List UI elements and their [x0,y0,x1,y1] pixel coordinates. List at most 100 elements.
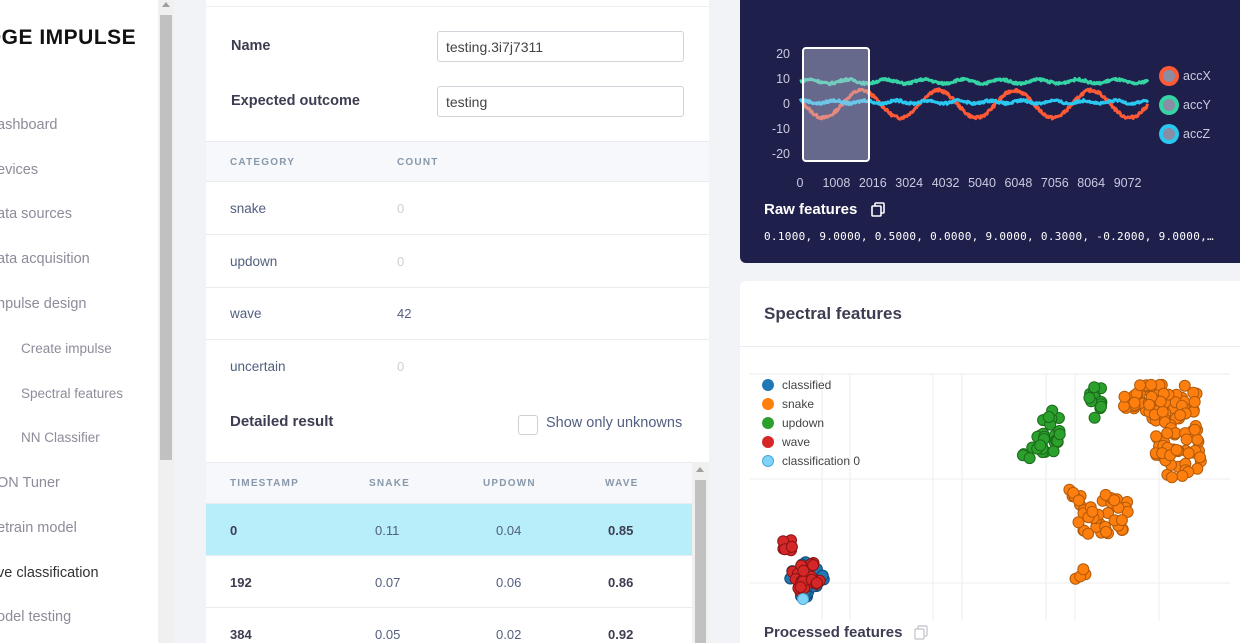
timestamp-cell: 192 [230,575,252,590]
scatter-point-snake [1150,430,1163,443]
table-scrollbar[interactable] [692,462,709,643]
scatter-point-snake [1170,444,1183,456]
copy-icon[interactable] [914,625,928,640]
show-only-unknowns-checkbox[interactable] [518,415,538,435]
scatter-point-snake [1188,395,1201,408]
scatter-point-snake [1108,494,1121,507]
legend-marker [762,398,774,410]
spectral-features-card: Spectral features classified snake updow… [740,281,1240,643]
scatter-point-updown [1095,400,1107,413]
sidebar-item-dashboard[interactable]: ashboard [0,117,57,133]
sidebar-item-data-acquisition[interactable]: ata acquisition [0,251,90,267]
scatter-point-updown [1083,391,1096,404]
scatter-point-updown [1047,445,1060,458]
show-only-unknowns-label[interactable]: Show only unknowns [546,415,682,431]
expected-outcome-field[interactable] [437,86,684,117]
sidebar: DGE IMPULSE ashboard evices ata sources … [0,0,158,643]
sidebar-item-model-testing[interactable]: odel testing [0,609,71,625]
legend-item-snake[interactable]: snake [762,397,814,411]
updown-cell: 0.04 [496,523,522,538]
timestamp-cell: 384 [230,627,252,642]
y-tick-label: 10 [776,72,790,86]
sidebar-scrollbar[interactable] [158,0,174,643]
legend-marker [762,379,774,391]
sidebar-item-data-sources[interactable]: ata sources [0,206,72,222]
legend-item-wave[interactable]: wave [762,435,810,449]
table-row[interactable]: 192 0.07 0.06 0.86 [206,556,692,608]
x-tick-label: 2016 [859,176,887,190]
scatter-point-updown [1053,428,1066,441]
scatter-point-snake [1072,494,1085,507]
category-name: uncertain [230,359,286,374]
scatter-point-updown [1088,411,1101,424]
scatter-point-wave [785,540,798,553]
scatter-point-snake [1128,396,1141,409]
copy-icon[interactable] [871,202,885,217]
sidebar-item-nn-classifier[interactable]: NN Classifier [21,430,100,445]
y-tick-label: 20 [776,47,790,61]
updown-cell: 0.02 [496,627,522,642]
scroll-up-icon[interactable] [162,2,170,7]
scrollbar-thumb[interactable] [695,480,706,643]
legend-label: updown [782,416,825,430]
scatter-point-snake [1176,469,1189,482]
sidebar-item-devices[interactable]: evices [0,162,38,178]
category-table-header: CATEGORY COUNT [206,141,709,182]
table-row: updown 0 [206,235,709,288]
sidebar-item-retrain-model[interactable]: etrain model [0,520,77,536]
sidebar-item-create-impulse[interactable]: Create impulse [21,341,112,356]
scatter-point-snake [1161,427,1174,440]
category-name: wave [230,306,262,321]
name-field[interactable] [437,31,684,62]
scatter-point-updown [1034,439,1047,452]
scatter-point-snake [1165,471,1178,484]
legend-item-classified[interactable]: classified [762,378,831,392]
column-header-timestamp: TIMESTAMP [230,478,299,489]
feature-explorer-scatter[interactable] [740,361,1240,621]
scatter-point-snake [1188,423,1201,436]
x-tick-label: 9072 [1114,176,1142,190]
x-tick-label: 1008 [822,176,850,190]
legend-marker-inner [1163,128,1175,140]
scatter-point-snake [1118,390,1131,403]
y-tick-label: -10 [772,122,790,136]
sidebar-item-eon-tuner[interactable]: ON Tuner [0,475,60,491]
updown-cell: 0.06 [496,575,522,590]
legend-label: wave [782,435,811,449]
table-row: uncertain 0 [206,340,709,393]
sidebar-item-spectral-features[interactable]: Spectral features [21,386,123,401]
raw-features-values: 0.1000, 9.0000, 0.5000, 0.0000, 9.0000, … [764,230,1216,243]
raw-data-chart[interactable]: 20 10 0 -10 -20 0 1008 2016 3024 4032 5040 6048 7056… [740,0,1240,200]
scatter-point-snake [1134,379,1147,392]
category-count: 42 [397,306,412,321]
raw-features-title: Raw features [764,201,858,218]
category-count: 0 [397,201,405,216]
expected-outcome-label: Expected outcome [231,93,360,109]
column-header-updown: UPDOWN [483,478,536,489]
y-tick-label: 0 [783,97,790,111]
scatter-point-snake [1115,514,1128,527]
sidebar-item-live-classification[interactable]: ve classification [0,565,99,581]
category-count: 0 [397,359,405,374]
legend-item-classification-0[interactable]: classification 0 [762,454,860,468]
sidebar-item-impulse-design[interactable]: npulse design [0,296,87,312]
window-selection[interactable] [802,47,870,162]
scatter-point-snake [1156,405,1169,418]
table-row[interactable]: 0 0.11 0.04 0.85 [206,504,692,556]
table-row[interactable]: 384 0.05 0.02 0.92 [206,608,692,643]
legend-marker [762,436,774,448]
scrollbar-thumb[interactable] [160,15,172,460]
snake-cell: 0.05 [375,627,401,642]
column-header-wave: WAVE [605,478,639,489]
legend-marker [762,417,774,429]
legend-label: snake [782,397,815,411]
column-header-category: CATEGORY [230,157,296,168]
scatter-point-wave [807,559,820,572]
x-tick-label: 3024 [895,176,923,190]
scroll-up-icon[interactable] [696,467,704,472]
spectral-features-title: Spectral features [764,304,902,323]
brand-logo: DGE IMPULSE [0,26,137,49]
scatter-point-snake [1180,433,1193,446]
legend-marker-inner [1163,70,1175,82]
legend-item-updown[interactable]: updown [762,416,824,430]
